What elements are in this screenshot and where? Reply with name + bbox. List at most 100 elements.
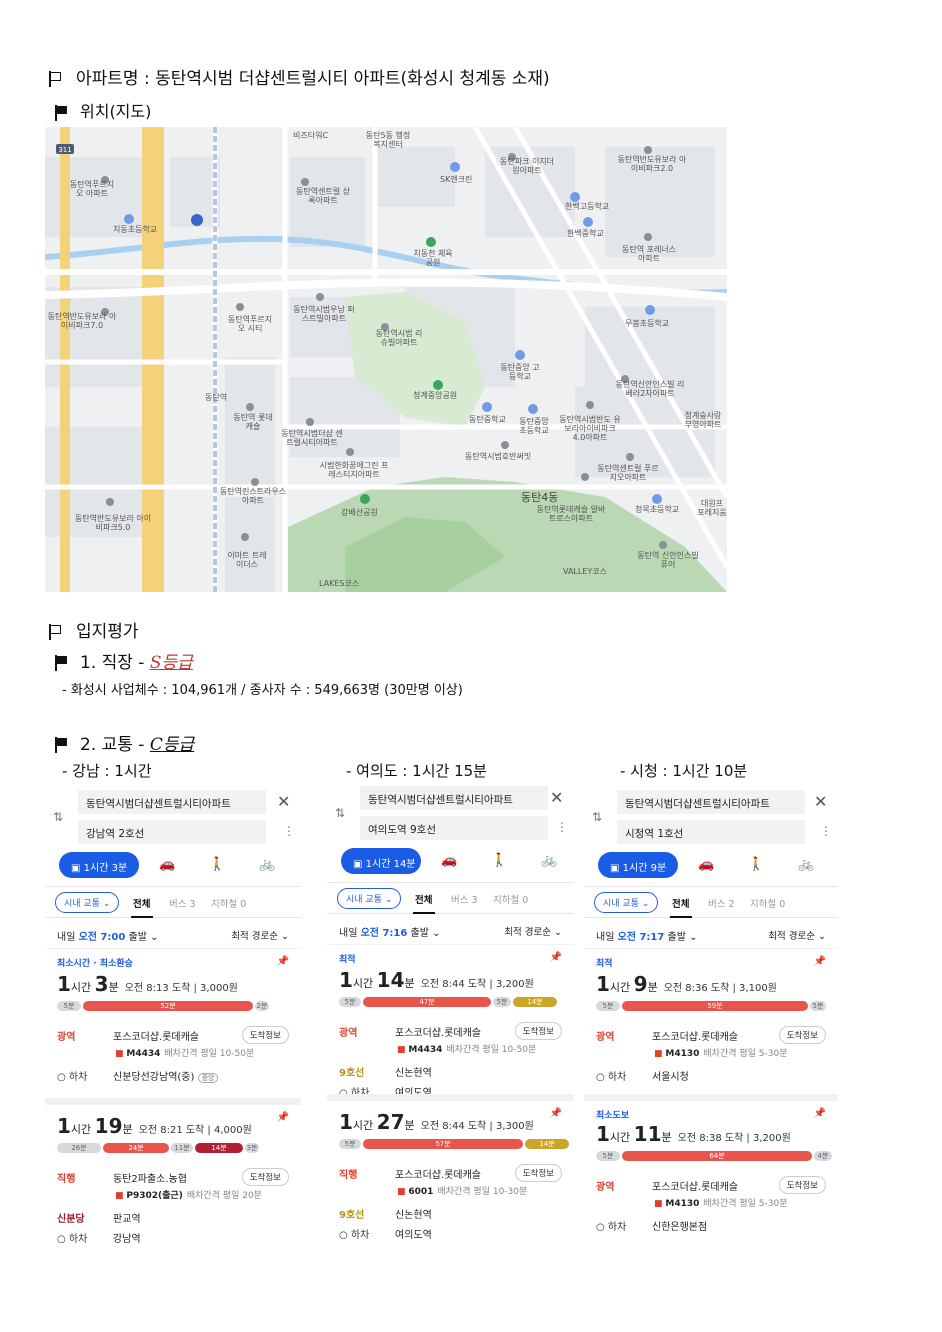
arrival-fare: 오전 8:44 도착 | 3,300원: [420, 1121, 534, 1132]
map-label: SK엔크린: [440, 175, 473, 184]
swap-icon[interactable]: ⇅: [335, 806, 345, 820]
transit-scope-dropdown[interactable]: 시내 교통 ⌄: [55, 892, 120, 913]
walk-icon[interactable]: 🚶: [748, 857, 764, 872]
location-heading: 위치(지도): [54, 98, 151, 122]
destination-input[interactable]: 강남역 2호선: [78, 820, 266, 844]
divider: [327, 1094, 574, 1101]
tab-all[interactable]: 전체: [133, 896, 150, 910]
more-options-icon[interactable]: ⋮: [556, 820, 568, 834]
walk-icon[interactable]: 🚶: [209, 857, 225, 872]
tab-subway[interactable]: 지하철 0: [493, 892, 528, 906]
car-icon[interactable]: 🚗: [441, 853, 457, 868]
sort-selector[interactable]: 최적 경로순 ⌄: [504, 924, 562, 938]
close-icon[interactable]: ✕: [277, 792, 290, 811]
arrival-info-button[interactable]: 도착정보: [778, 1026, 826, 1044]
tab-bus[interactable]: 버스 3: [451, 892, 478, 906]
bicycle-icon[interactable]: 🚲: [798, 857, 814, 872]
map-label: 동탄중학교: [469, 415, 506, 424]
arrival-fare: 오전 8:21 도착 | 4,000원: [138, 1125, 252, 1136]
timeline-segment: 26분: [57, 1143, 101, 1153]
departure-time-selector[interactable]: 내일 오전 7:00 출발 ⌄: [57, 928, 159, 943]
tab-bus[interactable]: 버스 3: [169, 896, 196, 910]
map-label: 동탄역시범반도 유보라아이비파크 4.0아파트: [559, 415, 621, 443]
route-duration: 1시간 11분 오전 8:38 도착 | 3,200원: [596, 1122, 791, 1146]
timeline-segment: 4분: [814, 1151, 832, 1161]
origin-input[interactable]: 동탄역시범더샵센트럴시티아파트: [78, 790, 266, 814]
step-stop: 포스코더샵.롯데캐슬: [652, 1032, 738, 1043]
bicycle-icon[interactable]: 🚲: [259, 857, 275, 872]
swap-icon[interactable]: ⇅: [53, 810, 63, 824]
tab-all[interactable]: 전체: [672, 896, 689, 910]
map-label: 동탄역 롯데캐슬: [233, 413, 273, 432]
map-label: 동탄4동: [521, 491, 559, 504]
divider: [584, 948, 838, 949]
arrival-info-button[interactable]: 도착정보: [778, 1176, 826, 1194]
transport-mode-bar: ▣ 1시간 9분 🚗 🚶 🚲: [598, 852, 838, 880]
mode-transit-tab[interactable]: ▣ 1시간 3분: [59, 852, 139, 878]
tab-subway[interactable]: 지하철 0: [211, 896, 246, 910]
destination-input[interactable]: 여의도역 9호선: [360, 816, 548, 840]
pin-icon[interactable]: 📌: [277, 956, 289, 967]
mode-transit-tab[interactable]: ▣ 1시간 14분: [341, 848, 421, 874]
arrival-info-button[interactable]: 도착정보: [514, 1022, 562, 1040]
close-icon[interactable]: ✕: [814, 792, 827, 811]
transit-scope-dropdown[interactable]: 시내 교통 ⌄: [594, 892, 659, 913]
tab-bus[interactable]: 버스 2: [708, 896, 735, 910]
arrival-info-button[interactable]: 도착정보: [241, 1168, 289, 1186]
car-icon[interactable]: 🚗: [159, 857, 175, 872]
more-options-icon[interactable]: ⋮: [820, 824, 832, 838]
swap-icon[interactable]: ⇅: [592, 810, 602, 824]
origin-input[interactable]: 동탄역시범더샵센트럴시티아파트: [617, 790, 805, 814]
route-step: 직행 포스코더샵.롯데캐슬: [339, 1166, 481, 1181]
tab-underline: [131, 916, 153, 918]
arrival-info-button[interactable]: 도착정보: [241, 1026, 289, 1044]
walk-icon[interactable]: 🚶: [491, 853, 507, 868]
exit-badge: 중앙: [197, 1073, 219, 1083]
departure-time-selector[interactable]: 내일 오전 7:17 출발 ⌄: [596, 928, 698, 943]
map-label: 동탄역반도유보라 아이비파크2.0: [617, 155, 687, 174]
map-label: LAKES코스: [319, 579, 360, 588]
map-label: 이마트 트레이더스: [227, 551, 267, 570]
tab-subway[interactable]: 지하철 0: [750, 896, 785, 910]
more-options-icon[interactable]: ⋮: [283, 824, 295, 838]
car-icon[interactable]: 🚗: [698, 857, 714, 872]
location-map[interactable]: 311 비즈타워C 동탄5동 행정복지센터 동탄파크 이지더원아파트 동탄역반도…: [45, 127, 727, 592]
map-label: 강배산공원: [341, 508, 378, 517]
step-stop: 동탄2파출소.농협: [113, 1174, 187, 1185]
bus-detail: ■ M4130 배차간격 평일 5-30분: [654, 1046, 788, 1059]
step-stop: 여의도역: [395, 1230, 432, 1241]
timeline-segment: 3분: [245, 1143, 259, 1153]
destination-input[interactable]: 시청역 1호선: [617, 820, 805, 844]
route-step: ○ 하차 여의도역: [339, 1226, 432, 1241]
bus-detail: ■ M4434 배차간격 평일 10-50분: [397, 1042, 536, 1055]
bicycle-icon[interactable]: 🚲: [541, 853, 557, 868]
map-label: 동탄중앙 초등학교: [519, 417, 549, 436]
bus-detail: ■ M4130 배차간격 평일 5-30분: [654, 1196, 788, 1209]
step-mode: 광역: [339, 1028, 358, 1039]
pin-icon[interactable]: 📌: [277, 1112, 289, 1123]
pin-icon[interactable]: 📌: [550, 1108, 562, 1119]
mode-transit-tab[interactable]: ▣ 1시간 9분: [598, 852, 678, 878]
departure-time-selector[interactable]: 내일 오전 7:16 출발 ⌄: [339, 924, 441, 939]
step-stop: 서울시청: [652, 1072, 689, 1083]
divider: [45, 1098, 301, 1105]
arrival-fare: 오전 8:44 도착 | 3,200원: [420, 979, 534, 990]
route-filter-tabs: 시내 교통 ⌄ 전체 버스 3 지하철 0: [327, 882, 574, 914]
map-label: 치동천 체육공원: [413, 249, 453, 268]
sort-selector[interactable]: 최적 경로순 ⌄: [231, 928, 289, 942]
tab-all[interactable]: 전체: [415, 892, 432, 906]
sort-selector[interactable]: 최적 경로순 ⌄: [768, 928, 826, 942]
step-stop: 신분당선강남역(중): [113, 1072, 195, 1083]
close-icon[interactable]: ✕: [550, 788, 563, 807]
transport-mode-bar: ▣ 1시간 14분 🚗 🚶 🚲: [341, 848, 581, 876]
arrival-info-button[interactable]: 도착정보: [514, 1164, 562, 1182]
pin-icon[interactable]: 📌: [550, 952, 562, 963]
origin-input[interactable]: 동탄역시범더샵센트럴시티아파트: [360, 786, 548, 810]
transit-scope-dropdown[interactable]: 시내 교통 ⌄: [337, 888, 402, 909]
pin-icon[interactable]: 📌: [814, 1108, 826, 1119]
bus-icon: ■: [115, 1191, 124, 1201]
map-label: 동탄5동 행정복지센터: [365, 131, 411, 150]
pin-icon[interactable]: 📌: [814, 956, 826, 967]
flag-solid-icon: [54, 737, 68, 753]
map-label: 동탄역: [205, 393, 228, 402]
